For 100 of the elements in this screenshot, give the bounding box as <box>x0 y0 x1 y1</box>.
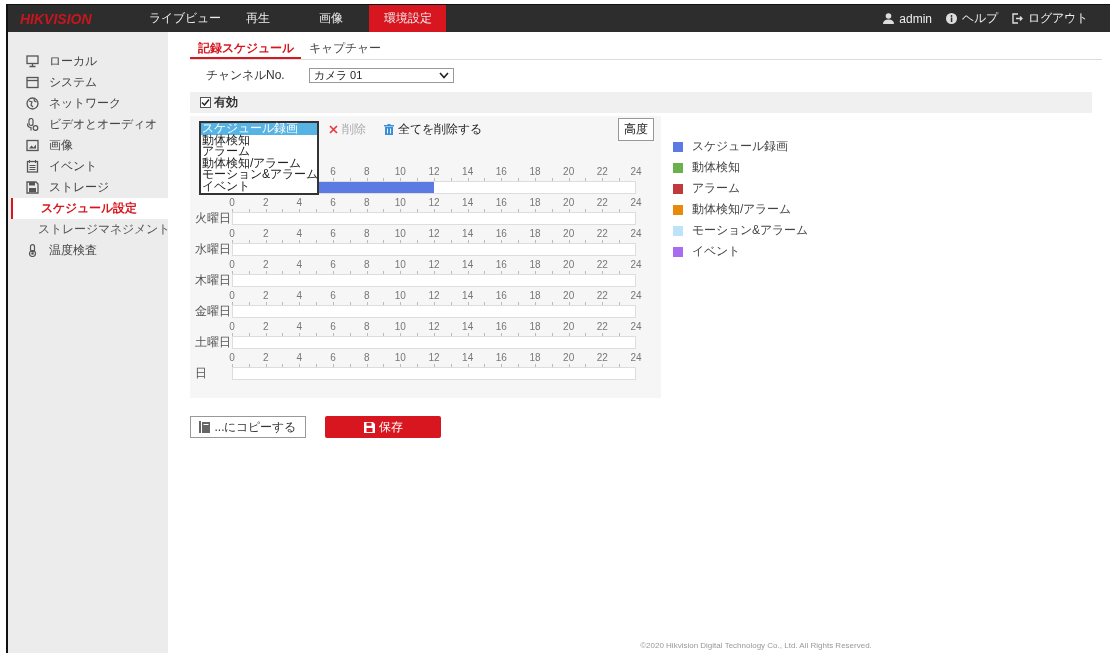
tick-label: 10 <box>394 197 406 208</box>
trash-icon <box>384 124 394 135</box>
tick-label: 24 <box>630 352 642 363</box>
legend-label: イベント <box>692 243 740 260</box>
sidebar-item[interactable]: イベント <box>8 156 168 177</box>
tick-label: 18 <box>529 290 541 301</box>
tab[interactable]: キャプチャー <box>301 38 388 59</box>
tick-label: 18 <box>529 259 541 270</box>
tick-label: 4 <box>296 228 303 239</box>
sidebar-subitem[interactable]: ストレージマネジメント <box>8 219 168 240</box>
tick-label: 4 <box>296 197 303 208</box>
tab[interactable]: 記録スケジュール <box>190 38 301 59</box>
tick-label: 4 <box>296 321 303 332</box>
tick-label: 10 <box>394 290 406 301</box>
sidebar-item[interactable]: 画像 <box>8 135 168 156</box>
user-icon <box>883 13 895 24</box>
tick-label: 22 <box>596 197 608 208</box>
tick-label: 20 <box>563 321 575 332</box>
tick-label: 2 <box>262 352 269 363</box>
tick-label: 16 <box>495 259 507 270</box>
tick-label: 0 <box>229 290 235 301</box>
tick-label: 16 <box>495 352 507 363</box>
tick-label: 18 <box>529 352 541 363</box>
tick-label: 10 <box>394 321 406 332</box>
delete-all-button[interactable]: 全てを削除する <box>384 121 482 138</box>
tick-label: 14 <box>462 228 474 239</box>
tick-label: 14 <box>462 321 474 332</box>
close-icon <box>329 125 338 134</box>
nav-tab[interactable]: 画像 <box>294 5 367 32</box>
logout-link[interactable]: ログアウト <box>1012 10 1088 27</box>
advanced-button[interactable]: 高度 <box>618 118 654 141</box>
legend-label: モーション&アラーム <box>692 222 808 239</box>
sidebar-item[interactable]: ローカル <box>8 51 168 72</box>
list-option[interactable]: イベント <box>201 180 317 193</box>
sidebar-item[interactable]: ネットワーク <box>8 93 168 114</box>
tick-label: 8 <box>363 352 370 363</box>
tick-label: 12 <box>428 321 440 332</box>
tick-label: 2 <box>262 321 269 332</box>
save-button[interactable]: 保存 <box>325 416 441 438</box>
tick-label: 16 <box>495 197 507 208</box>
tick-label: 8 <box>363 197 370 208</box>
list-option[interactable]: モーション&アラーム <box>201 169 317 181</box>
tick-label: 0 <box>229 228 235 239</box>
nav-tab[interactable]: ライブビュー <box>148 5 221 32</box>
tick-label: 6 <box>330 352 336 363</box>
tick-label: 20 <box>563 352 575 363</box>
tick-label: 8 <box>363 259 370 270</box>
tick-label: 14 <box>462 197 474 208</box>
window-icon <box>26 76 39 89</box>
sidebar-item[interactable]: ストレージ <box>8 177 168 198</box>
tick-label: 24 <box>630 166 642 177</box>
tick-label: 10 <box>394 259 406 270</box>
footer-text: ©2020 Hikvision Digital Technology Co., Ltd. All Rights Reserved. <box>639 641 873 652</box>
tick-label: 2 <box>262 197 269 208</box>
tick-label: 24 <box>630 290 642 301</box>
tick-label: 4 <box>296 352 303 363</box>
enable-checkbox[interactable]: 有効 <box>200 94 238 111</box>
tick-label: 18 <box>529 166 541 177</box>
day-label: 木曜日 <box>194 274 232 287</box>
tick-label: 20 <box>563 259 575 270</box>
sidebar-item[interactable]: ビデオとオーディオ <box>8 114 168 135</box>
tick-label: 24 <box>630 259 642 270</box>
logout-icon <box>1012 13 1023 24</box>
list-option[interactable]: 動体検知/アラーム <box>201 157 317 170</box>
tick-label: 24 <box>630 321 642 332</box>
sidebar-subitem[interactable]: スケジュール設定 <box>11 198 168 219</box>
tick-label: 24 <box>630 228 642 239</box>
tick-label: 4 <box>296 259 303 270</box>
sidebar-item[interactable]: システム <box>8 72 168 93</box>
tick-label: 2 <box>262 259 269 270</box>
tick-label: 18 <box>529 321 541 332</box>
tick-label: 2 <box>262 290 269 301</box>
list-option[interactable]: 動体検知 <box>201 134 317 147</box>
info-icon <box>946 13 957 24</box>
tick-label: 22 <box>596 259 608 270</box>
copy-icon <box>199 421 211 433</box>
tick-label: 22 <box>596 228 608 239</box>
day-label: 水曜日 <box>194 243 232 256</box>
tick-label: 22 <box>596 321 608 332</box>
channel-select[interactable]: カメラ 01 <box>309 67 454 83</box>
nav-tab[interactable]: 環境設定 <box>369 5 446 32</box>
tick-label: 14 <box>462 352 474 363</box>
copy-button[interactable]: ...にコピーする <box>190 416 306 438</box>
monitor-icon <box>26 55 39 68</box>
tick-label: 8 <box>363 228 370 239</box>
day-label: 土曜日 <box>194 336 232 349</box>
help-link[interactable]: ヘルプ <box>946 10 998 27</box>
tick-label: 12 <box>428 290 440 301</box>
tick-label: 10 <box>394 228 406 239</box>
record-type-dropdown-menu[interactable]: スケジュール録画 動体検知 アラーム 動体検知/アラーム モーション&アラーム イベント <box>199 121 319 195</box>
list-option[interactable]: アラーム <box>201 146 317 158</box>
sidebar-item[interactable]: 温度検査 <box>8 240 168 261</box>
logo: HIKVISION <box>19 10 93 27</box>
tick-label: 14 <box>462 290 474 301</box>
nav-tab[interactable]: 再生 <box>221 5 294 32</box>
tick-label: 12 <box>428 352 440 363</box>
tick-label: 10 <box>394 166 406 177</box>
user-name: admin <box>899 11 932 26</box>
tick-label: 14 <box>462 166 474 177</box>
legend-label: スケジュール録画 <box>692 138 788 155</box>
